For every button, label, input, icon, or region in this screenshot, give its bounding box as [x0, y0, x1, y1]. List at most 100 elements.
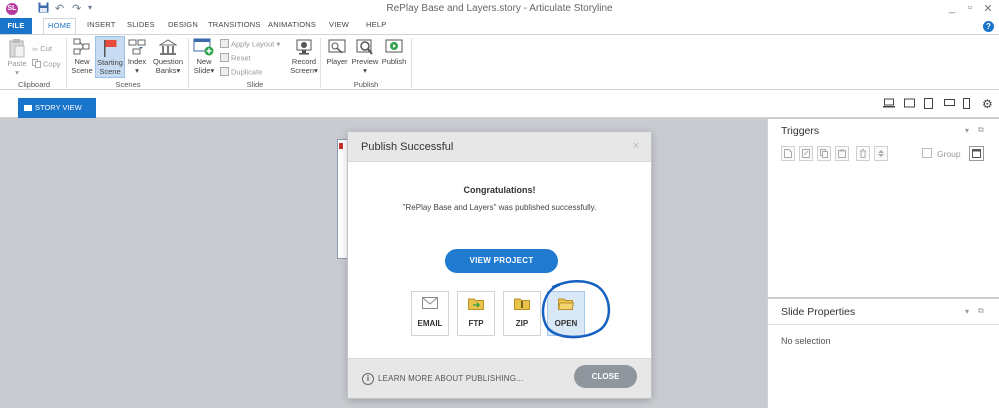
info-icon: i	[362, 373, 374, 385]
tab-animations[interactable]: ANIMATIONS	[268, 20, 316, 29]
help-icon[interactable]: ?	[983, 21, 994, 32]
record-screen-label-2: Screen	[290, 66, 314, 75]
dialog-header: Publish Successful ×	[348, 132, 651, 162]
ribbon-divider	[188, 38, 189, 88]
story-view-tab[interactable]: STORY VIEW	[18, 98, 96, 118]
slide-properties-panel: Slide Properties ▾ ⧉ No selection	[767, 298, 999, 408]
email-label: EMAIL	[417, 319, 443, 328]
reset-button[interactable]: Reset	[220, 53, 251, 64]
tab-slides[interactable]: SLIDES	[127, 20, 155, 29]
ftp-label: FTP	[468, 319, 484, 328]
cut-button[interactable]: ✂ Cut	[32, 44, 52, 54]
triggers-panel-title: Triggers	[781, 125, 820, 137]
delete-trigger-icon[interactable]	[856, 146, 870, 161]
clipboard-group-label: Clipboard	[17, 80, 51, 89]
apply-layout-button[interactable]: Apply Layout ▾	[220, 39, 280, 50]
new-trigger-icon[interactable]	[781, 146, 795, 161]
email-option-button[interactable]: EMAIL	[411, 291, 449, 336]
dialog-close-icon[interactable]: ×	[633, 140, 639, 152]
new-scene-label-2: Scene	[71, 66, 93, 75]
title-bar: SL ↶ ↷ ▾ RePlay Base and Layers.story - …	[0, 0, 999, 18]
index-label: Index	[127, 57, 147, 66]
paste-trigger-icon[interactable]	[835, 146, 849, 161]
paste-label: Paste	[7, 59, 27, 68]
panel-menu-icon[interactable]: ▾	[965, 126, 969, 135]
starting-scene-button[interactable]: Starting Scene	[95, 36, 125, 78]
tablet-landscape-icon[interactable]	[904, 98, 915, 111]
publish-icon	[385, 39, 403, 53]
new-slide-icon	[193, 38, 214, 56]
ftp-folder-icon	[468, 298, 484, 310]
close-window-button[interactable]: ✕	[980, 2, 996, 15]
question-bank-icon	[159, 39, 177, 55]
dialog-title: Publish Successful	[361, 141, 454, 153]
close-button[interactable]: CLOSE	[574, 365, 637, 388]
index-button[interactable]: Index ▾	[126, 38, 148, 75]
new-scene-button[interactable]: New Scene	[70, 38, 94, 75]
reorder-trigger-icon[interactable]	[874, 146, 888, 161]
edit-trigger-icon[interactable]	[799, 146, 813, 161]
restore-button[interactable]: ▫	[962, 2, 978, 14]
record-screen-button[interactable]: Record Screen▾	[289, 38, 319, 75]
new-scene-icon	[73, 38, 90, 55]
ftp-option-button[interactable]: FTP	[457, 291, 495, 336]
apply-layout-label: Apply Layout	[231, 39, 275, 49]
learn-more-link[interactable]: LEARN MORE ABOUT PUBLISHING...	[378, 374, 523, 383]
slide-properties-title: Slide Properties	[781, 306, 856, 318]
tab-file[interactable]: FILE	[0, 18, 32, 34]
question-banks-label-2: Banks	[155, 66, 177, 75]
record-screen-icon	[296, 39, 312, 55]
group-label: Group	[937, 149, 961, 159]
panel-float-icon[interactable]: ⧉	[978, 125, 984, 135]
copy-icon	[32, 59, 41, 70]
reset-icon	[220, 53, 229, 64]
record-screen-label-1: Record	[291, 57, 317, 66]
preview-label: Preview	[351, 57, 379, 66]
paste-button[interactable]: Paste ▾	[6, 38, 28, 77]
dialog-footer: i LEARN MORE ABOUT PUBLISHING... CLOSE	[348, 358, 651, 398]
player-button[interactable]: Player	[325, 38, 349, 66]
zip-option-button[interactable]: ZIP	[503, 291, 541, 336]
view-project-button[interactable]: VIEW PROJECT	[445, 249, 558, 273]
tab-transitions[interactable]: TRANSITIONS	[208, 20, 261, 29]
minimize-button[interactable]: _	[944, 2, 960, 14]
ribbon-divider	[320, 38, 321, 88]
duplicate-icon	[220, 67, 229, 78]
tab-help[interactable]: HELP	[366, 20, 386, 29]
settings-gear-icon[interactable]: ⚙	[982, 97, 993, 111]
preview-button[interactable]: Preview ▾	[350, 38, 380, 75]
phone-portrait-icon[interactable]	[963, 98, 970, 112]
tablet-portrait-icon[interactable]	[924, 98, 933, 112]
open-option-button[interactable]: OPEN	[547, 291, 585, 336]
question-banks-button[interactable]: Question Banks▾	[152, 38, 184, 75]
publish-label: Publish	[381, 57, 407, 66]
player-icon	[328, 39, 346, 54]
publish-successful-dialog: Publish Successful × Congratulations! "R…	[348, 132, 651, 398]
ribbon-tabs: FILE HOME INSERT SLIDES DESIGN TRANSITIO…	[0, 18, 999, 35]
tab-view[interactable]: VIEW	[329, 20, 349, 29]
copy-button[interactable]: Copy	[32, 59, 61, 70]
reset-label: Reset	[231, 53, 251, 63]
tab-home[interactable]: HOME	[43, 18, 77, 35]
new-slide-button[interactable]: New Slide▾	[192, 38, 216, 75]
slide-group-label: Slide	[246, 80, 264, 89]
phone-landscape-icon[interactable]	[944, 98, 955, 110]
panel-menu-icon[interactable]: ▾	[965, 307, 969, 316]
panel-float-icon[interactable]: ⧉	[978, 306, 984, 316]
duplicate-button[interactable]: Duplicate	[220, 67, 262, 78]
preview-icon	[356, 39, 373, 55]
cut-label: Cut	[40, 44, 52, 53]
layout-icon	[220, 39, 229, 50]
copy-label: Copy	[43, 59, 61, 69]
tab-insert[interactable]: INSERT	[87, 20, 116, 29]
tab-design[interactable]: DESIGN	[168, 20, 198, 29]
publish-message: "RePlay Base and Layers" was published s…	[402, 203, 597, 212]
new-scene-label-1: New	[74, 57, 90, 66]
publish-button[interactable]: Publish	[380, 38, 408, 66]
scissors-icon: ✂	[32, 44, 39, 54]
trigger-panel-view-icon[interactable]	[969, 146, 984, 161]
group-checkbox[interactable]	[922, 148, 932, 158]
copy-trigger-icon[interactable]	[817, 146, 831, 161]
desktop-preview-icon[interactable]	[883, 98, 895, 111]
publish-group-label: Publish	[353, 80, 379, 89]
